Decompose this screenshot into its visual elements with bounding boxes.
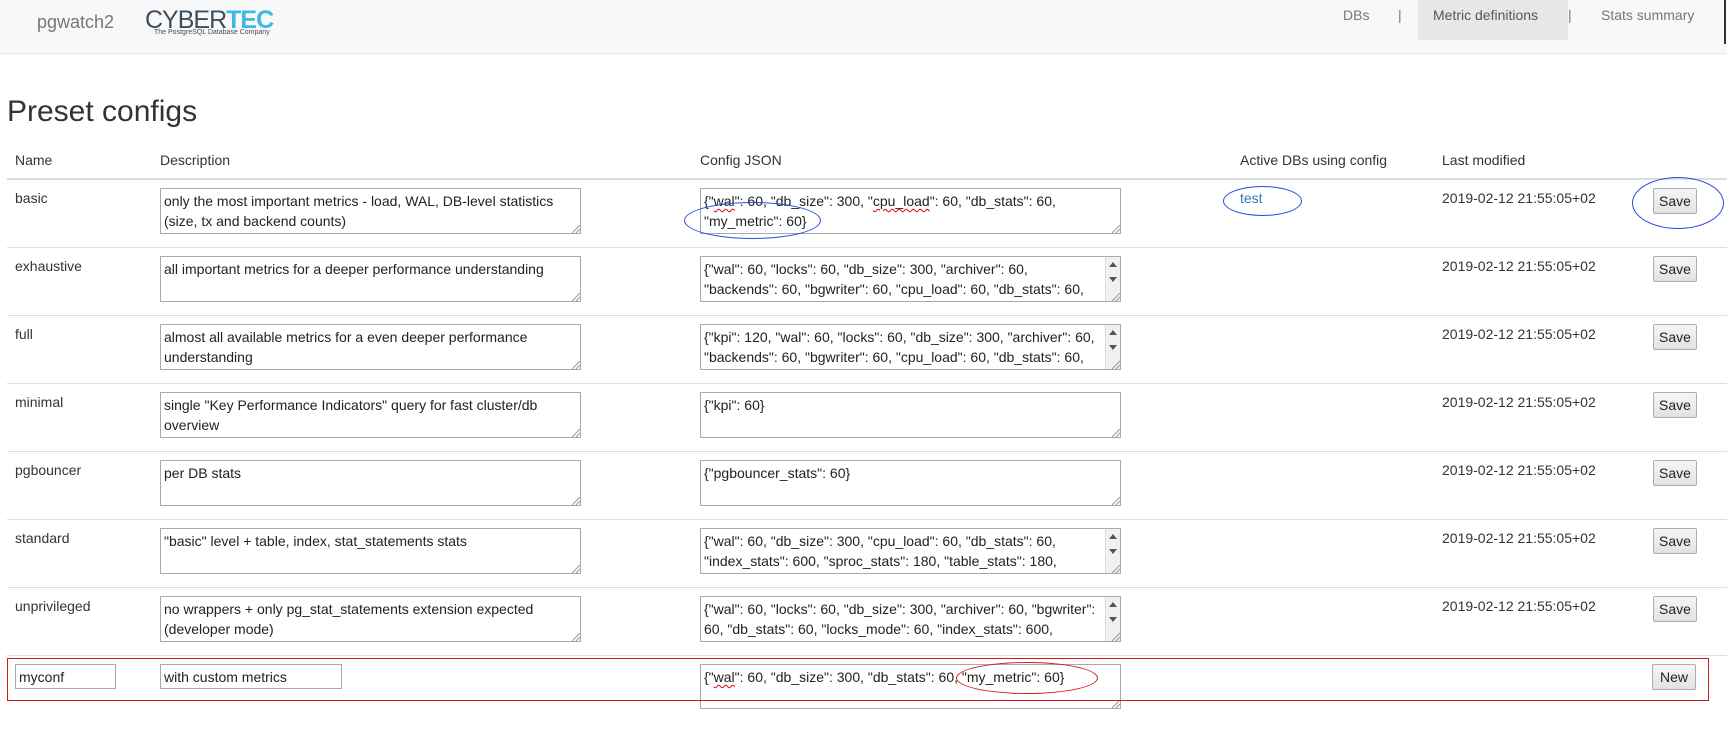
description-textarea[interactable]: only the most important metrics - load, … <box>160 188 581 234</box>
last-modified: 2019-02-12 21:55:05+02 <box>1442 326 1596 342</box>
resize-grip-icon[interactable] <box>1112 565 1120 573</box>
last-modified: 2019-02-12 21:55:05+02 <box>1442 462 1596 478</box>
row-divider <box>7 655 1727 656</box>
edge-divider <box>1724 0 1726 44</box>
column-header-name: Name <box>15 152 53 168</box>
nav-metric-definitions[interactable]: Metric definitions <box>1418 0 1568 40</box>
config-json-textarea[interactable]: {"pgbouncer_stats": 60} <box>700 460 1121 506</box>
last-modified: 2019-02-12 21:55:05+02 <box>1442 598 1596 614</box>
annotation-ellipse-test <box>1223 186 1302 216</box>
nav-separator: | <box>1568 7 1572 23</box>
save-button[interactable]: Save <box>1653 460 1697 486</box>
config-json-textarea[interactable]: {"wal": 60, "locks": 60, "db_size": 300,… <box>700 596 1121 642</box>
save-button[interactable]: Save <box>1653 392 1697 418</box>
description-textarea[interactable]: no wrappers + only pg_stat_statements ex… <box>160 596 581 642</box>
description-textarea[interactable]: almost all available metrics for a even … <box>160 324 581 370</box>
resize-grip-icon[interactable] <box>572 497 580 505</box>
annotation-ellipse-my-metric <box>684 202 821 239</box>
config-name: pgbouncer <box>15 462 82 478</box>
resize-grip-icon[interactable] <box>572 633 580 641</box>
resize-grip-icon[interactable] <box>572 565 580 573</box>
row-divider <box>7 247 1727 248</box>
description-textarea[interactable]: all important metrics for a deeper perfo… <box>160 256 581 302</box>
last-modified: 2019-02-12 21:55:05+02 <box>1442 530 1596 546</box>
config-json-textarea[interactable]: {"wal": 60, "locks": 60, "db_size": 300,… <box>700 256 1121 302</box>
resize-grip-icon[interactable] <box>572 225 580 233</box>
row-divider <box>7 315 1727 316</box>
config-json-textarea[interactable]: {"kpi": 120, "wal": 60, "locks": 60, "db… <box>700 324 1121 370</box>
config-name: minimal <box>15 394 64 410</box>
resize-grip-icon[interactable] <box>572 361 580 369</box>
save-button[interactable]: Save <box>1653 256 1697 282</box>
resize-grip-icon[interactable] <box>572 293 580 301</box>
resize-grip-icon[interactable] <box>1112 429 1120 437</box>
cybertec-logo: CYBERTEC The PostgreSQL Database Company <box>145 7 275 43</box>
resize-grip-icon[interactable] <box>1112 700 1120 708</box>
config-json-textarea[interactable]: {"kpi": 60} <box>700 392 1121 438</box>
resize-grip-icon[interactable] <box>1112 225 1120 233</box>
config-name: exhaustive <box>15 258 82 274</box>
scroll-down-icon <box>1109 277 1117 282</box>
config-name: basic <box>15 190 48 206</box>
row-divider <box>7 383 1727 384</box>
scroll-down-icon <box>1109 345 1117 350</box>
annotation-rect-new-row <box>7 658 1709 701</box>
resize-grip-icon[interactable] <box>1112 361 1120 369</box>
brand-name[interactable]: pgwatch2 <box>37 12 114 33</box>
resize-grip-icon[interactable] <box>1112 293 1120 301</box>
logo-tagline: The PostgreSQL Database Company <box>154 29 270 36</box>
description-textarea[interactable]: "basic" level + table, index, stat_state… <box>160 528 581 574</box>
save-button[interactable]: Save <box>1653 596 1697 622</box>
row-divider <box>7 519 1727 520</box>
navbar: pgwatch2 CYBERTEC The PostgreSQL Databas… <box>0 0 1727 54</box>
annotation-ellipse-save <box>1632 177 1724 229</box>
resize-grip-icon[interactable] <box>572 429 580 437</box>
last-modified: 2019-02-12 21:55:05+02 <box>1442 394 1596 410</box>
scroll-up-icon <box>1109 534 1117 539</box>
annotation-ellipse-my-metric-new <box>956 662 1098 694</box>
config-name: standard <box>15 530 70 546</box>
row-divider <box>7 451 1727 452</box>
resize-grip-icon[interactable] <box>1112 633 1120 641</box>
description-textarea[interactable]: single "Key Performance Indicators" quer… <box>160 392 581 438</box>
save-button[interactable]: Save <box>1653 324 1697 350</box>
scroll-down-icon <box>1109 617 1117 622</box>
save-button[interactable]: Save <box>1653 528 1697 554</box>
description-textarea[interactable]: per DB stats <box>160 460 581 506</box>
scroll-up-icon <box>1109 262 1117 267</box>
header-divider <box>7 178 1727 180</box>
config-name: unprivileged <box>15 598 91 614</box>
nav-stats-summary[interactable]: Stats summary <box>1601 0 1694 40</box>
scroll-up-icon <box>1109 330 1117 335</box>
nav-separator: | <box>1398 7 1402 23</box>
config-name: full <box>15 326 33 342</box>
column-header-description: Description <box>160 152 231 168</box>
column-header-config-json: Config JSON <box>700 152 782 168</box>
resize-grip-icon[interactable] <box>1112 497 1120 505</box>
last-modified: 2019-02-12 21:55:05+02 <box>1442 258 1596 274</box>
last-modified: 2019-02-12 21:55:05+02 <box>1442 190 1596 206</box>
nav-dbs[interactable]: DBs <box>1343 0 1369 40</box>
column-header-active-dbs: Active DBs using config <box>1240 152 1388 168</box>
scroll-up-icon <box>1109 602 1117 607</box>
column-header-last-modified: Last modified <box>1442 152 1526 168</box>
row-divider <box>7 587 1727 588</box>
scroll-down-icon <box>1109 549 1117 554</box>
config-json-textarea[interactable]: {"wal": 60, "db_size": 300, "cpu_load": … <box>700 528 1121 574</box>
page-title: Preset configs <box>7 95 198 128</box>
